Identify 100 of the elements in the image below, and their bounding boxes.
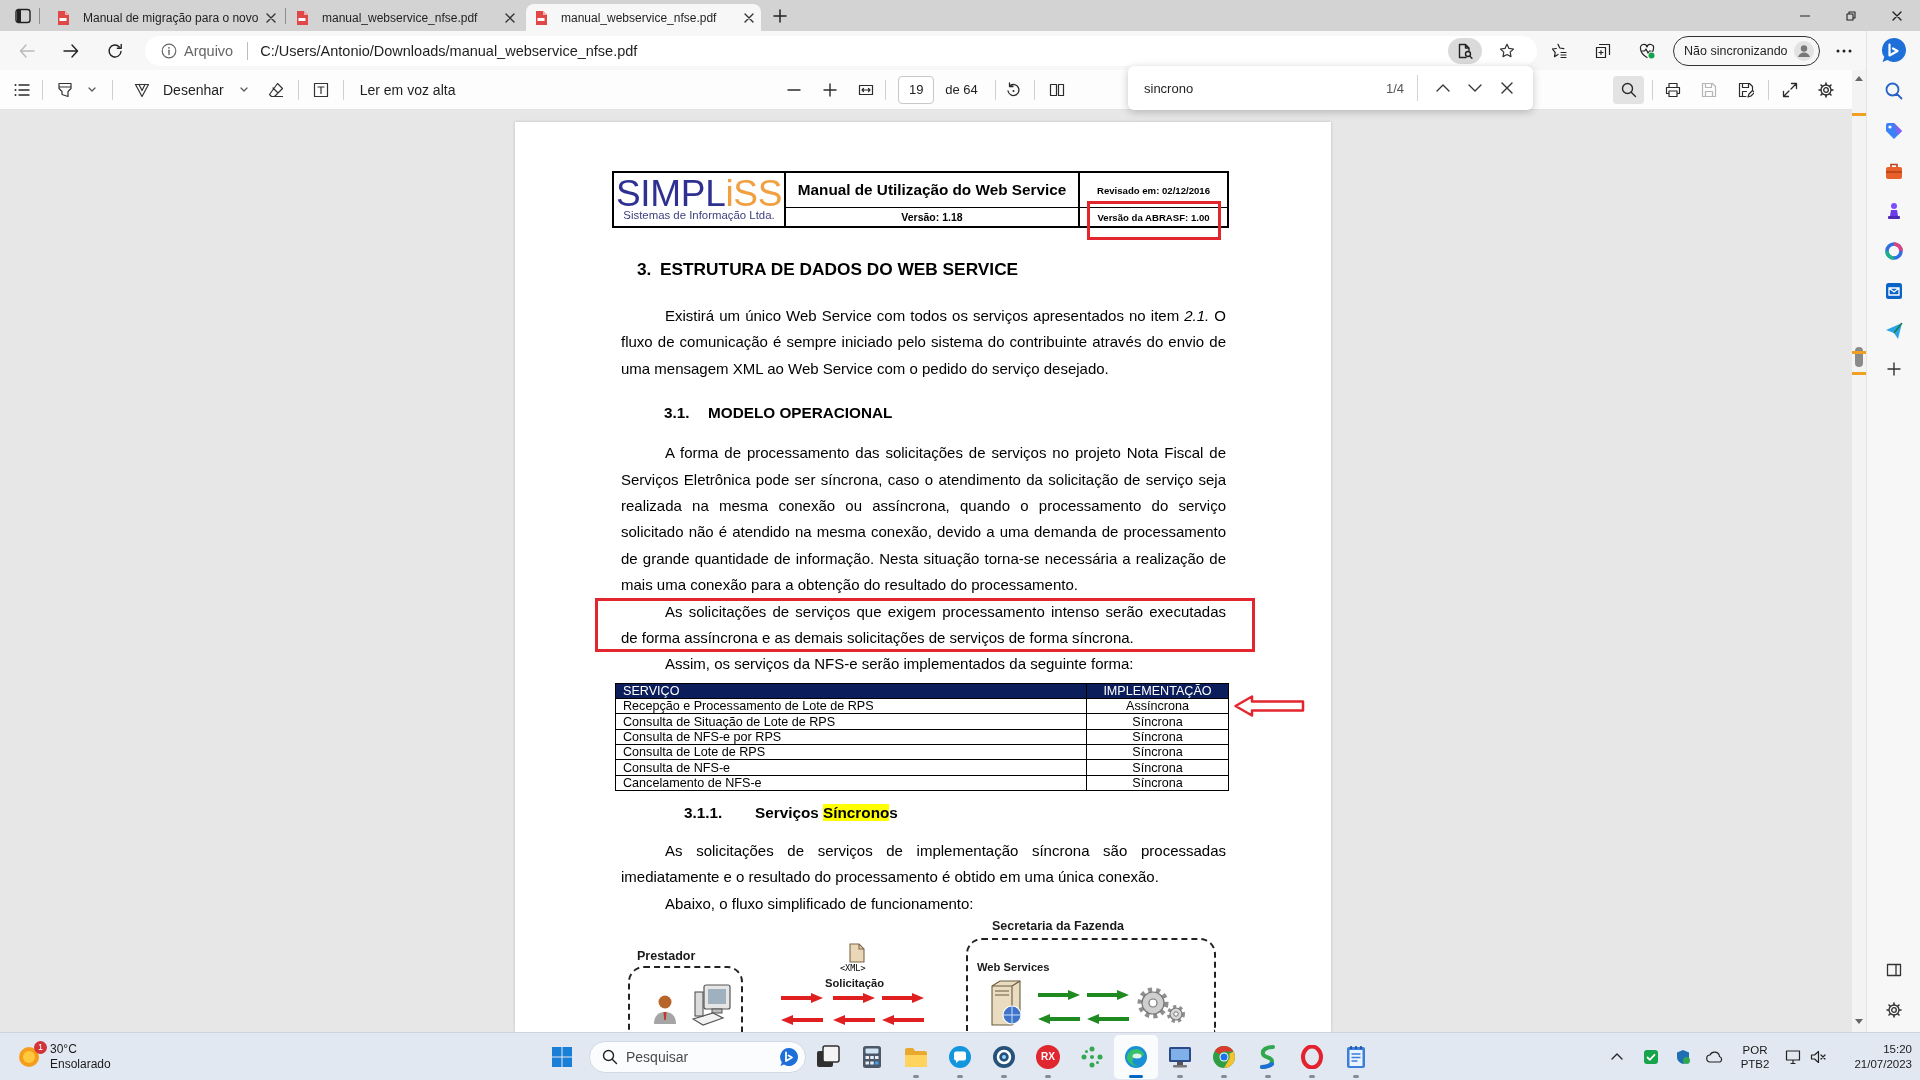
app-available-button[interactable] bbox=[1448, 37, 1482, 64]
tab-actions-icon[interactable] bbox=[15, 7, 31, 24]
diagram-label: Web Services bbox=[977, 960, 1050, 975]
collections-icon[interactable] bbox=[1595, 42, 1611, 59]
find-input[interactable]: sincrono bbox=[1144, 80, 1374, 96]
sun-icon[interactable] bbox=[18, 1045, 40, 1068]
add-plus-icon[interactable] bbox=[1886, 362, 1901, 376]
tag-icon[interactable] bbox=[1884, 122, 1903, 140]
revision-date: Revisado em: 02/12/2016 bbox=[1096, 184, 1211, 196]
expand-icon[interactable] bbox=[1782, 81, 1798, 98]
network-monitor-icon[interactable] bbox=[1785, 1048, 1802, 1065]
weather-condition[interactable]: Ensolarado bbox=[50, 1056, 111, 1072]
zoom-out-icon[interactable] bbox=[787, 88, 802, 91]
clock-time[interactable]: 15:20 bbox=[1883, 1041, 1912, 1057]
keyboard-layout[interactable]: PTB2 bbox=[1740, 1056, 1770, 1071]
flow-arrow bbox=[781, 993, 823, 1004]
scroll-up-arrow-icon[interactable] bbox=[1855, 76, 1863, 81]
minimize-icon[interactable] bbox=[1800, 14, 1810, 17]
cloud-icon[interactable] bbox=[1705, 1050, 1724, 1063]
caret-down-icon[interactable] bbox=[88, 87, 96, 92]
taskbar-search-box[interactable]: Pesquisar bbox=[589, 1040, 806, 1073]
envelope-tile-icon[interactable] bbox=[1884, 282, 1903, 300]
search-icon[interactable] bbox=[1884, 82, 1903, 100]
zoom-in-icon[interactable] bbox=[823, 82, 838, 97]
heart-pulse-icon[interactable] bbox=[1639, 42, 1655, 59]
chevron-up-icon[interactable] bbox=[1436, 84, 1451, 92]
start-logo-icon[interactable] bbox=[552, 1046, 572, 1067]
chevron-down-icon[interactable] bbox=[1468, 84, 1483, 92]
new-tab-plus-icon[interactable] bbox=[773, 8, 787, 23]
scroll-down-arrow-icon[interactable] bbox=[1855, 1019, 1863, 1024]
close-icon[interactable] bbox=[744, 12, 754, 23]
eraser-icon[interactable] bbox=[267, 81, 284, 98]
table-cell: Síncrona bbox=[1086, 729, 1229, 745]
star-icon[interactable] bbox=[1499, 42, 1515, 59]
favorites-icon[interactable] bbox=[1551, 42, 1567, 59]
flow-arrow bbox=[1038, 990, 1080, 1001]
page-view-icon[interactable] bbox=[1048, 81, 1065, 98]
site-info-label[interactable]: Arquivo bbox=[184, 42, 234, 59]
column-header: IMPLEMENTAÇÃO bbox=[1086, 683, 1229, 699]
close-icon[interactable] bbox=[505, 12, 515, 23]
chevron-up-icon[interactable] bbox=[1610, 1053, 1623, 1060]
text-box-icon[interactable] bbox=[312, 81, 329, 98]
speaker-muted-icon[interactable] bbox=[1810, 1048, 1827, 1065]
person-icon bbox=[653, 994, 677, 1025]
fit-width-icon[interactable] bbox=[858, 83, 875, 96]
close-icon[interactable] bbox=[266, 12, 276, 23]
briefcase-icon[interactable] bbox=[1884, 162, 1903, 180]
column-header: SERVIÇO bbox=[615, 683, 1087, 699]
flow-arrow bbox=[833, 1015, 875, 1026]
logo-wordmark: SIMPLiSS bbox=[615, 177, 783, 209]
table-cell: Consulta de NFS-e por RPS bbox=[615, 729, 1087, 745]
weather-temperature[interactable]: 30°C bbox=[50, 1041, 111, 1057]
more-icon[interactable] bbox=[1835, 48, 1852, 53]
forward-arrow-icon[interactable] bbox=[63, 42, 79, 59]
flow-arrow bbox=[781, 1015, 823, 1026]
restore-icon[interactable] bbox=[1846, 10, 1856, 21]
search-input[interactable]: Pesquisar bbox=[626, 1048, 779, 1065]
input-language[interactable]: POR bbox=[1742, 1042, 1768, 1057]
browser-tab[interactable]: manual_webservice_nfse.pdf bbox=[287, 4, 522, 31]
caret-down-icon[interactable] bbox=[239, 87, 248, 92]
save-as-icon[interactable] bbox=[1738, 81, 1754, 98]
pdf-document-icon bbox=[533, 9, 549, 26]
scrollbar-match-marker bbox=[1852, 113, 1866, 116]
shield-check-icon[interactable] bbox=[1642, 1048, 1659, 1065]
paragraph: As solicitações de serviços que exigem processamento intenso serão executadas de forma assíncrona e as demais solicitações de serviços de forma síncrona. bbox=[621, 601, 1226, 649]
table-cell: Consulta de Lote de RPS bbox=[615, 744, 1087, 760]
shield-icon[interactable] bbox=[1674, 1048, 1691, 1065]
address-field[interactable]: Arquivo C:/Users/Antonio/Downloads/manual_webservice_nfse.pdf bbox=[145, 35, 1537, 66]
panel-toggle-icon[interactable] bbox=[1885, 962, 1902, 978]
draw-label[interactable]: Desenhar bbox=[163, 81, 224, 98]
search-button[interactable] bbox=[1613, 75, 1644, 104]
table-cell: Síncrona bbox=[1086, 744, 1229, 760]
close-icon[interactable] bbox=[1501, 82, 1514, 94]
browser-tab[interactable]: Manual de migração para o novo bbox=[48, 4, 283, 31]
paragraph: As solicitações de serviços de implementação síncrona são processadas imediatamente e o resultado do processamento é obtido em uma única conexão. bbox=[621, 840, 1226, 888]
contents-list-icon[interactable] bbox=[14, 82, 30, 97]
print-icon[interactable] bbox=[1665, 81, 1681, 98]
settings-icon[interactable] bbox=[1885, 1002, 1902, 1018]
section-heading: MODELO OPERACIONAL bbox=[708, 403, 893, 424]
table-cell: Síncrona bbox=[1086, 759, 1229, 776]
speech-bubble-icon bbox=[948, 1044, 972, 1069]
close-icon[interactable] bbox=[1892, 10, 1902, 21]
pen-icon[interactable] bbox=[134, 81, 150, 98]
reload-icon[interactable] bbox=[107, 42, 123, 59]
paper-plane-icon[interactable] bbox=[1884, 322, 1903, 340]
info-icon[interactable] bbox=[161, 42, 177, 59]
page-number-input[interactable]: 19 bbox=[898, 75, 935, 104]
table-cell: Síncrona bbox=[1086, 713, 1229, 730]
chat-bubble-icon[interactable] bbox=[1880, 37, 1907, 63]
browser-tab[interactable]: manual_webservice_nfse.pdf bbox=[526, 4, 761, 31]
notification-badge: 1 bbox=[34, 1040, 47, 1054]
diagram-label: Secretaria da Fazenda bbox=[992, 919, 1124, 934]
taskbar-button[interactable]: RX bbox=[1026, 1034, 1070, 1079]
avatar-icon bbox=[1793, 40, 1814, 61]
settings-icon[interactable] bbox=[1818, 81, 1834, 98]
read-aloud-label[interactable]: Ler em voz alta bbox=[359, 81, 456, 98]
clock-date[interactable]: 21/07/2023 bbox=[1854, 1056, 1912, 1072]
pdf-document-icon bbox=[294, 9, 310, 26]
ring-logo-icon[interactable] bbox=[1884, 242, 1903, 260]
highlighter-icon[interactable] bbox=[57, 81, 73, 98]
